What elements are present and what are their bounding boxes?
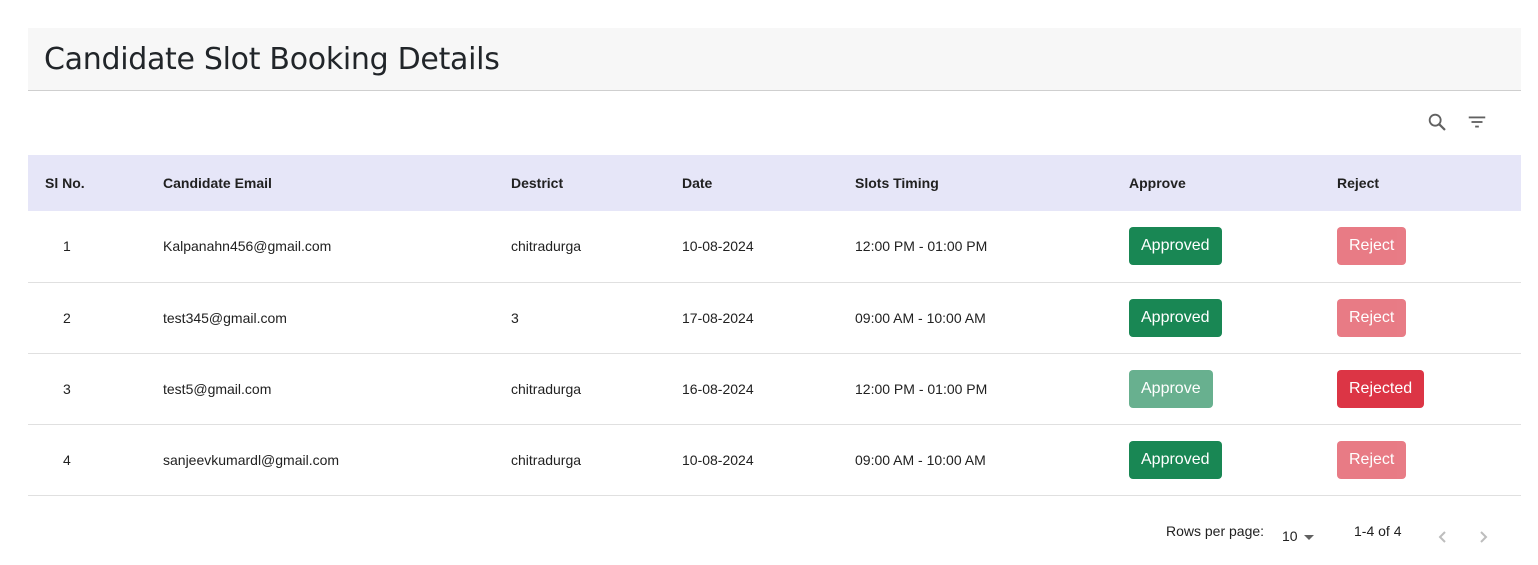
approve-button[interactable]: Approve: [1129, 369, 1213, 408]
page-title: Candidate Slot Booking Details: [44, 41, 500, 77]
next-page-icon[interactable]: [1475, 529, 1491, 545]
bookings-table: Sl No. Candidate Email Destrict Date Slo…: [28, 155, 1521, 496]
cell-slot-timing: 12:00 PM - 01:00 PM: [855, 380, 988, 397]
cell-email: test345@gmail.com: [163, 309, 287, 326]
reject-button[interactable]: Reject: [1337, 440, 1407, 479]
rejected-button[interactable]: Rejected: [1337, 369, 1425, 408]
cell-date: 17-08-2024: [682, 309, 754, 326]
caret-down-icon: [1303, 528, 1314, 544]
table-row: 3 test5@gmail.com chitradurga 16-08-2024…: [28, 353, 1521, 424]
cell-reject: Reject: [1337, 282, 1521, 353]
cell-district: chitradurga: [511, 238, 582, 255]
cell-email: sanjeevkumardl@gmail.com: [163, 451, 340, 468]
rows-per-page-label: Rows per page:: [1166, 522, 1265, 539]
cell-district: 3: [511, 309, 519, 326]
cell-sl-no: 2: [63, 309, 71, 326]
cell-district: chitradurga: [511, 380, 582, 397]
search-icon[interactable]: [1425, 110, 1449, 134]
filter-list-icon[interactable]: [1465, 110, 1489, 134]
cell-slot-timing: 09:00 AM - 10:00 AM: [855, 309, 986, 326]
header-sl-no[interactable]: Sl No.: [28, 155, 163, 211]
header-slots-timing[interactable]: Slots Timing: [855, 155, 1129, 211]
table-header-row: Sl No. Candidate Email Destrict Date Slo…: [28, 155, 1521, 211]
table-row: 1 Kalpanahn456@gmail.com chitradurga 10-…: [28, 211, 1521, 282]
header-candidate-email[interactable]: Candidate Email: [163, 155, 511, 211]
cell-approve: Approved: [1129, 424, 1337, 495]
cell-slot-timing: 12:00 PM - 01:00 PM: [855, 238, 988, 255]
rows-per-page-value: 10: [1282, 527, 1298, 544]
header-reject[interactable]: Reject: [1337, 155, 1521, 211]
approved-button[interactable]: Approved: [1129, 227, 1222, 266]
header-date[interactable]: Date: [682, 155, 855, 211]
approved-button[interactable]: Approved: [1129, 298, 1222, 337]
cell-date: 10-08-2024: [682, 238, 754, 255]
cell-reject: Reject: [1337, 424, 1521, 495]
cell-approve: Approved: [1129, 282, 1337, 353]
cell-email: test5@gmail.com: [163, 380, 272, 397]
table-pagination: Rows per page: 10 1-4 of 4: [28, 496, 1521, 556]
cell-sl-no: 4: [63, 451, 71, 468]
cell-approve: Approved: [1129, 211, 1337, 282]
cell-district: chitradurga: [511, 451, 582, 468]
cell-slot-timing: 09:00 AM - 10:00 AM: [855, 451, 986, 468]
rows-per-page-select[interactable]: 10: [1282, 528, 1314, 544]
cell-sl-no: 1: [63, 238, 71, 255]
page-range-text: 1-4 of 4: [1354, 522, 1402, 539]
table-row: 2 test345@gmail.com 3 17-08-2024 09:00 A…: [28, 282, 1521, 353]
cell-email: Kalpanahn456@gmail.com: [163, 238, 332, 255]
title-bar: Candidate Slot Booking Details: [28, 28, 1521, 91]
slot-booking-page: Candidate Slot Booking Details Sl No. Ca…: [28, 28, 1521, 556]
reject-button[interactable]: Reject: [1337, 227, 1407, 266]
table-row: 4 sanjeevkumardl@gmail.com chitradurga 1…: [28, 424, 1521, 495]
cell-date: 10-08-2024: [682, 451, 754, 468]
cell-date: 16-08-2024: [682, 380, 754, 397]
cell-sl-no: 3: [63, 380, 71, 397]
cell-reject: Rejected: [1337, 353, 1521, 424]
table-toolbar: [28, 91, 1521, 155]
approved-button[interactable]: Approved: [1129, 440, 1222, 479]
cell-reject: Reject: [1337, 211, 1521, 282]
previous-page-icon[interactable]: [1435, 529, 1451, 545]
cell-approve: Approve: [1129, 353, 1337, 424]
header-district[interactable]: Destrict: [511, 155, 682, 211]
header-approve[interactable]: Approve: [1129, 155, 1337, 211]
reject-button[interactable]: Reject: [1337, 298, 1407, 337]
